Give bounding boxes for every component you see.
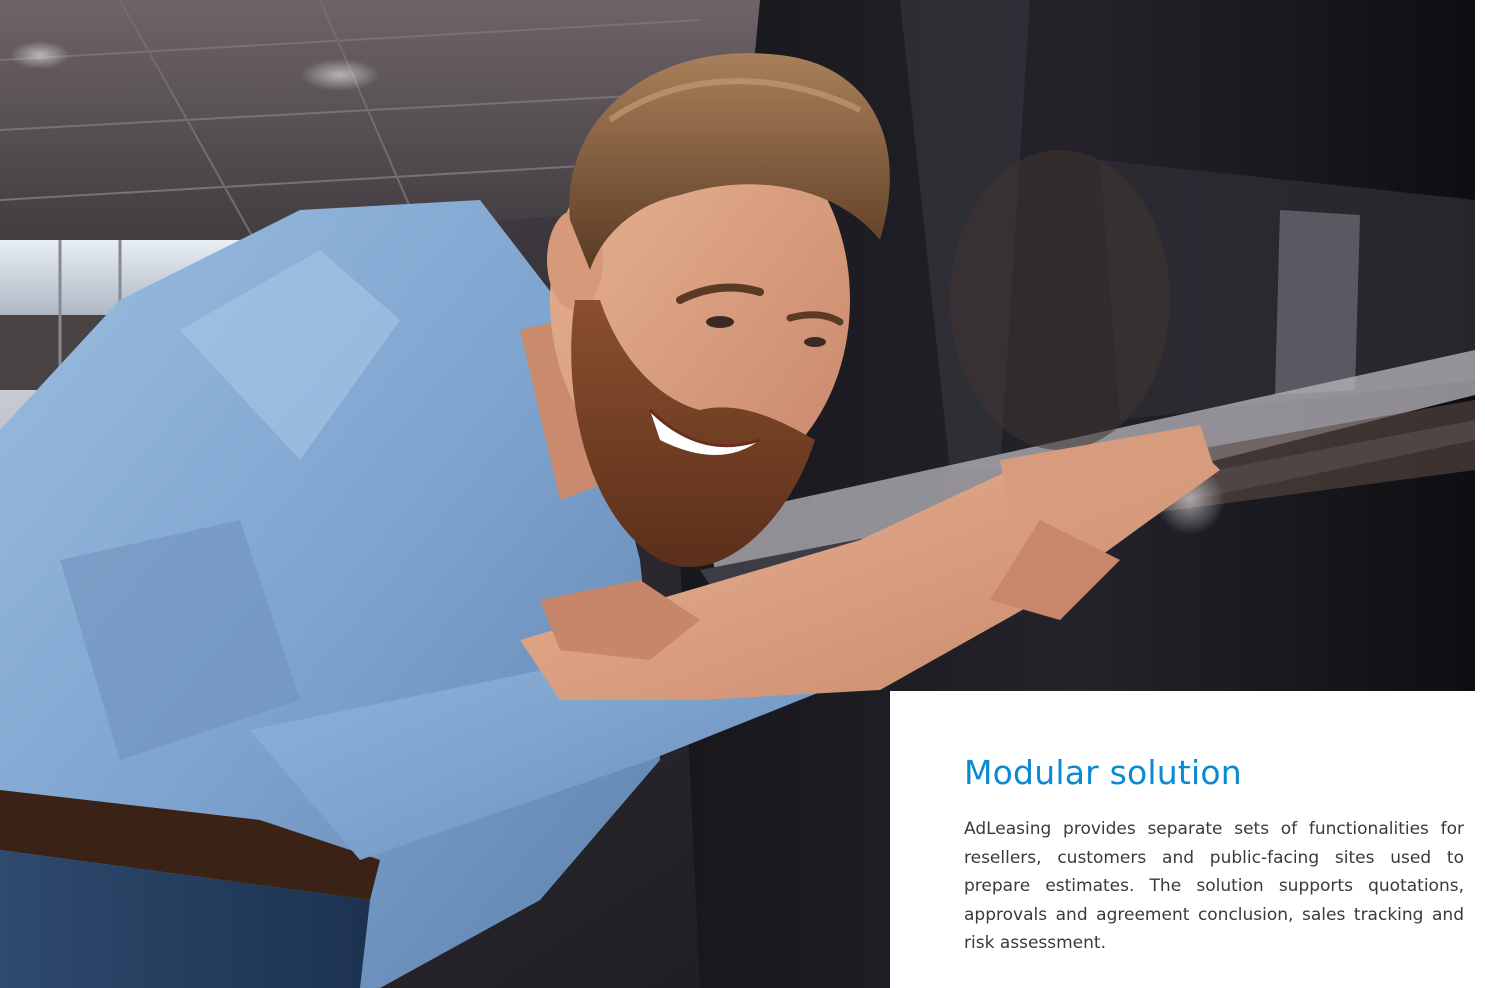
- info-card-description: AdLeasing provides separate sets of func…: [964, 819, 1464, 953]
- page: Modular solution AdLeasing provides sepa…: [0, 0, 1485, 988]
- info-card: Modular solution AdLeasing provides sepa…: [890, 691, 1485, 988]
- info-card-title: Modular solution: [964, 753, 1242, 792]
